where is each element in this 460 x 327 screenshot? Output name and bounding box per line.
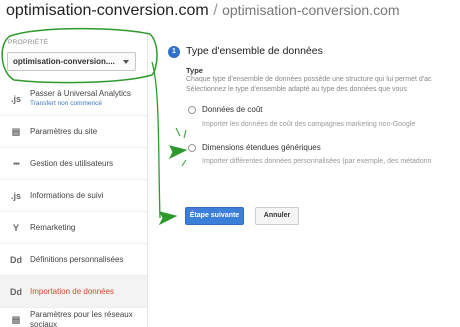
cost-data-label[interactable]: Données de coût bbox=[202, 105, 263, 114]
sidebar-item-label: Paramètres pour les réseaux sociaux bbox=[30, 310, 133, 327]
sidebar-item-label: Gestion des utilisateurs bbox=[30, 158, 114, 168]
property-name[interactable]: optimisation-conversion.com bbox=[222, 2, 399, 18]
extended-dimensions-description: Importer différentes données personnalis… bbox=[202, 158, 432, 165]
sidebar-item-social-settings[interactable]: ▤ Paramètres pour les réseaux sociaux bbox=[0, 308, 147, 327]
step-number-badge: 1 bbox=[168, 46, 180, 58]
next-step-button[interactable]: Étape suivante bbox=[185, 207, 244, 225]
extended-dimensions-label[interactable]: Dimensions étendues génériques bbox=[202, 143, 321, 152]
type-description: Sélectionnez le type d'ensemble adapté a… bbox=[186, 86, 407, 93]
header: optimisation-conversion.com / optimisati… bbox=[0, 0, 460, 30]
cost-data-description: Importer les données de coût des campagn… bbox=[202, 121, 416, 128]
sidebar-item-label: Remarketing bbox=[30, 222, 76, 232]
property-select[interactable]: optimisation-conversion.... bbox=[7, 52, 136, 71]
sidebar-item-site-settings[interactable]: ▤ Paramètres du site bbox=[0, 116, 147, 148]
sidebar-item-label: Importation de données bbox=[30, 286, 115, 296]
cost-data-radio[interactable] bbox=[188, 106, 196, 114]
property-select-value: optimisation-conversion.... bbox=[13, 57, 115, 66]
sidebar-item-label: Définitions personnalisées bbox=[30, 254, 124, 264]
property-label: PROPRIÉTÉ bbox=[8, 39, 49, 46]
cancel-button[interactable]: Annuler bbox=[255, 207, 299, 225]
sidebar-item-remarketing[interactable]: Y Remarketing bbox=[0, 212, 147, 244]
sidebar-item-data-import[interactable]: Dd Importation de données bbox=[0, 276, 147, 308]
step-title: Type d'ensemble de données bbox=[186, 45, 323, 57]
sidebar-item-user-management[interactable]: ●●● Gestion des utilisateurs bbox=[0, 148, 147, 180]
extended-dimensions-radio[interactable] bbox=[188, 144, 196, 152]
dd-icon: Dd bbox=[10, 254, 22, 265]
sidebar-item-sublabel[interactable]: Transfert non commencé bbox=[30, 99, 142, 109]
sidebar-item-custom-definitions[interactable]: Dd Définitions personnalisées bbox=[0, 244, 147, 276]
type-description: Chaque type d'ensemble de données possèd… bbox=[186, 76, 432, 83]
js-icon: .js bbox=[10, 190, 21, 201]
site-name[interactable]: optimisation-conversion.com bbox=[6, 2, 209, 19]
sidebar-item-universal-analytics[interactable]: .js Passer à Universal Analytics Transfer… bbox=[0, 82, 147, 116]
settings-page-icon: ▤ bbox=[11, 126, 21, 136]
js-icon: .js bbox=[10, 93, 21, 104]
breadcrumb: optimisation-conversion.com / optimisati… bbox=[6, 2, 400, 20]
sidebar-item-tracking-info[interactable]: .js Informations de suivi bbox=[0, 180, 147, 212]
sidebar: PROPRIÉTÉ optimisation-conversion.... .j… bbox=[0, 30, 148, 327]
users-icon: ●●● bbox=[12, 160, 20, 167]
social-settings-icon: ▤ bbox=[11, 314, 21, 325]
breadcrumb-separator: / bbox=[213, 2, 218, 19]
remarketing-icon: Y bbox=[12, 222, 19, 233]
sidebar-item-label: Paramètres du site bbox=[30, 126, 98, 136]
chevron-down-icon bbox=[123, 60, 129, 64]
type-label: Type bbox=[186, 66, 203, 75]
dd-icon: Dd bbox=[10, 286, 22, 297]
sidebar-item-label: Informations de suivi bbox=[30, 190, 104, 200]
main-panel: 1 Type d'ensemble de données Type Chaque… bbox=[148, 30, 460, 327]
sidebar-item-label: Passer à Universal Analytics bbox=[30, 88, 131, 98]
